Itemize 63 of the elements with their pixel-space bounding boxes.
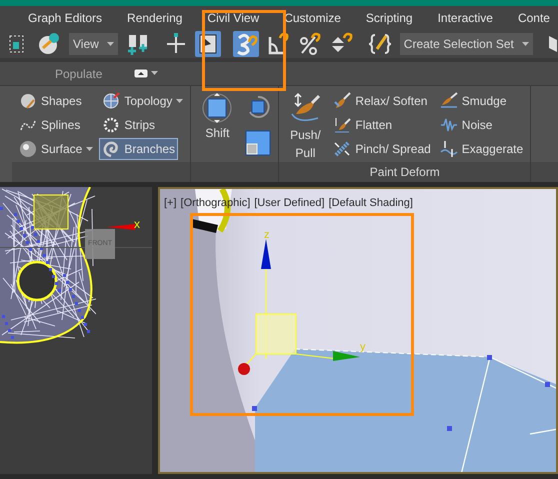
toolbar-button[interactable] — [366, 31, 393, 57]
sphere-icon — [19, 92, 37, 110]
ribbon-button[interactable]: Flatten — [330, 114, 396, 136]
ribbon-button[interactable]: Smudge — [436, 90, 510, 112]
ribbon-button[interactable]: Shapes — [16, 90, 85, 112]
caret-icon — [151, 71, 158, 76]
x-axis-arrow-icon — [107, 223, 135, 231]
axis-label: x — [134, 216, 140, 233]
globe-icon — [102, 92, 120, 110]
ribbon-button[interactable]: Noise — [436, 114, 496, 136]
metal-sphere-icon — [19, 140, 37, 158]
flatten-brush-icon — [333, 116, 352, 134]
caret-icon — [176, 98, 184, 104]
dropdown[interactable]: Create Selection Set — [400, 33, 533, 55]
large-ribbon-button[interactable]: Shift — [195, 90, 240, 162]
ribbon-button[interactable]: Splines — [16, 114, 84, 136]
percent-snap-icon — [298, 32, 322, 56]
ribbon-button[interactable]: Exaggerate — [436, 138, 526, 160]
toolbar-button[interactable] — [232, 31, 259, 57]
ribbon-button[interactable]: Relax/ Soften — [330, 90, 430, 112]
toolbar-button[interactable] — [36, 31, 62, 57]
caret-icon — [86, 146, 94, 152]
scale-square-icon — [245, 130, 272, 156]
minimize-icon — [134, 69, 148, 78]
menu-item[interactable]: Civil View — [207, 9, 260, 27]
ribbon-button[interactable]: Strips — [99, 114, 158, 136]
menu-item[interactable]: Graph Editors — [28, 9, 102, 27]
angle-snap-icon — [266, 32, 289, 56]
ribbon-tab[interactable]: Populate — [55, 64, 102, 82]
ribbon-button[interactable]: Branches — [99, 138, 178, 160]
menu-item[interactable]: Interactive — [438, 9, 493, 27]
panel-title: Paint Deform — [370, 164, 440, 181]
menu-item[interactable]: Rendering — [127, 9, 182, 27]
menu-item[interactable]: Scripting — [366, 9, 413, 27]
region-select-icon — [9, 34, 25, 54]
caret-icon — [522, 42, 529, 46]
braces-pencil-icon — [368, 32, 392, 56]
menu-item[interactable]: Customize — [284, 9, 341, 27]
caret-icon — [106, 42, 114, 46]
exaggerate-icon — [440, 140, 458, 158]
viewport-label[interactable]: [Default Shading] — [328, 195, 413, 212]
axis-label: z — [264, 228, 270, 243]
ribbon-button[interactable]: Pinch/ Spread — [330, 138, 434, 160]
ribbon-button[interactable]: Surface — [16, 138, 96, 160]
dropdown[interactable]: View — [69, 33, 118, 55]
viewport-label[interactable]: [+] — [164, 195, 177, 212]
smudge-brush-icon — [440, 92, 458, 110]
pinch-icon — [333, 140, 352, 158]
viewport-label[interactable]: [User Defined] — [254, 195, 325, 212]
square-move-icon — [201, 92, 234, 124]
link-icon — [126, 32, 150, 56]
brush-icon — [333, 92, 352, 110]
ribbon-toggle[interactable] — [134, 69, 158, 78]
large-ribbon-button[interactable]: Push/ Pull — [283, 90, 328, 162]
spiral-icon — [102, 140, 120, 158]
ribbon-button[interactable]: Topology — [99, 90, 186, 112]
wave-icon — [440, 116, 458, 134]
paint-select-icon — [37, 32, 61, 56]
button-label: Push/ Pull — [289, 127, 322, 162]
menu-item[interactable]: Conte — [518, 9, 550, 27]
dotted-ring-icon — [102, 116, 120, 134]
button-label: Shift — [204, 125, 230, 142]
axis-label: y — [360, 340, 366, 355]
